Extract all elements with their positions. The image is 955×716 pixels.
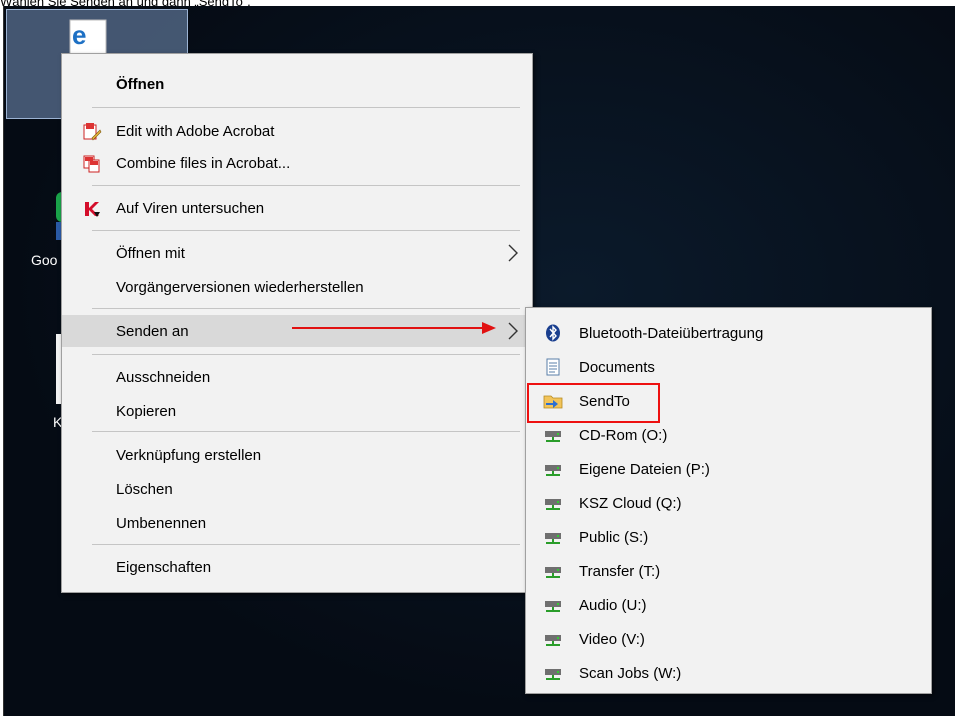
network-drive-icon (545, 635, 561, 646)
send-to-item-label: Public (S:) (579, 528, 649, 546)
send-to-item-label: CD-Rom (O:) (579, 426, 668, 444)
menu-item-label: Öffnen mit (116, 244, 185, 262)
menu-item-label: Umbenennen (116, 514, 207, 532)
acrobat-combine-icon (83, 155, 100, 173)
send-to-item-label: KSZ Cloud (Q:) (579, 494, 682, 512)
menu-separator (92, 185, 520, 186)
menu-item-label: Vorgängerversionen wiederherstellen (116, 278, 364, 296)
network-drive-icon (545, 601, 561, 612)
file-icon-letter: e (72, 20, 86, 50)
network-drive-icon (545, 669, 561, 680)
send-to-item-label: Video (V:) (579, 630, 645, 648)
send-to-item-label: Bluetooth-Dateiübertragung (579, 324, 764, 342)
send-to-item-eigene-dateien[interactable]: Eigene Dateien (P:) (526, 452, 931, 486)
menu-separator (92, 107, 520, 108)
send-to-item-label: Audio (U:) (579, 596, 647, 614)
network-drive-icon (545, 533, 561, 544)
menu-item-label: Senden an (116, 322, 189, 340)
acrobat-edit-icon (83, 123, 102, 141)
menu-separator (92, 544, 520, 545)
send-to-item-label: Eigene Dateien (P:) (579, 460, 710, 478)
menu-item-restore-versions[interactable]: Vorgängerversionen wiederherstellen (62, 271, 532, 303)
send-to-item-transfer[interactable]: Transfer (T:) (526, 554, 931, 588)
menu-item-rename[interactable]: Umbenennen (62, 507, 532, 539)
menu-item-virus-scan[interactable]: Auf Viren untersuchen (62, 192, 532, 224)
menu-item-edit-acrobat[interactable]: Edit with Adobe Acrobat (62, 115, 532, 147)
menu-item-label: Auf Viren untersuchen (116, 199, 265, 217)
send-to-submenu: Bluetooth-Dateiübertragung Documents Sen… (525, 307, 932, 694)
send-to-item-cd-rom[interactable]: CD-Rom (O:) (526, 418, 931, 452)
network-drive-icon (545, 567, 561, 578)
desktop-label-goo: Goo (31, 252, 58, 268)
send-to-item-bluetooth[interactable]: Bluetooth-Dateiübertragung (526, 316, 931, 350)
network-drive-icon (545, 465, 561, 476)
menu-item-open[interactable]: Öffnen (62, 68, 532, 100)
menu-item-label: Eigenschaften (116, 558, 212, 576)
send-to-item-audio[interactable]: Audio (U:) (526, 588, 931, 622)
menu-item-label: Combine files in Acrobat... (116, 154, 291, 172)
menu-item-label: Verknüpfung erstellen (116, 446, 262, 464)
menu-item-label: Öffnen (116, 75, 165, 93)
chevron-right-icon (508, 244, 518, 262)
annotation-arrow (292, 322, 496, 334)
send-to-item-label: Transfer (T:) (579, 562, 661, 580)
menu-separator (92, 354, 520, 355)
network-drive-icon (545, 499, 561, 510)
send-to-item-scan-jobs[interactable]: Scan Jobs (W:) (526, 656, 931, 690)
send-to-item-public[interactable]: Public (S:) (526, 520, 931, 554)
bluetooth-icon (546, 324, 560, 342)
menu-item-copy[interactable]: Kopieren (62, 395, 532, 427)
network-drive-icon (545, 431, 561, 442)
menu-item-label: Kopieren (116, 402, 177, 420)
menu-separator (92, 431, 520, 432)
send-to-item-label: Documents (579, 358, 655, 376)
send-to-item-label: Scan Jobs (W:) (579, 664, 682, 682)
menu-item-properties[interactable]: Eigenschaften (62, 551, 532, 583)
highlight-box-sendto (527, 383, 660, 423)
send-to-item-ksz-cloud[interactable]: KSZ Cloud (Q:) (526, 486, 931, 520)
menu-item-open-with[interactable]: Öffnen mit (62, 237, 532, 269)
menu-separator (92, 230, 520, 231)
menu-item-cut[interactable]: Ausschneiden (62, 361, 532, 393)
menu-item-label: Edit with Adobe Acrobat (116, 122, 275, 140)
menu-item-delete[interactable]: Löschen (62, 473, 532, 505)
menu-item-label: Löschen (116, 480, 173, 498)
menu-item-create-shortcut[interactable]: Verknüpfung erstellen (62, 439, 532, 471)
menu-item-combine-acrobat[interactable]: Combine files in Acrobat... (62, 147, 532, 179)
chevron-right-icon (508, 322, 518, 340)
send-to-item-video[interactable]: Video (V:) (526, 622, 931, 656)
menu-item-label: Ausschneiden (116, 368, 211, 386)
send-to-item-documents[interactable]: Documents (526, 350, 931, 384)
kaspersky-icon (85, 202, 100, 217)
document-icon (546, 358, 560, 376)
menu-separator (92, 308, 520, 309)
